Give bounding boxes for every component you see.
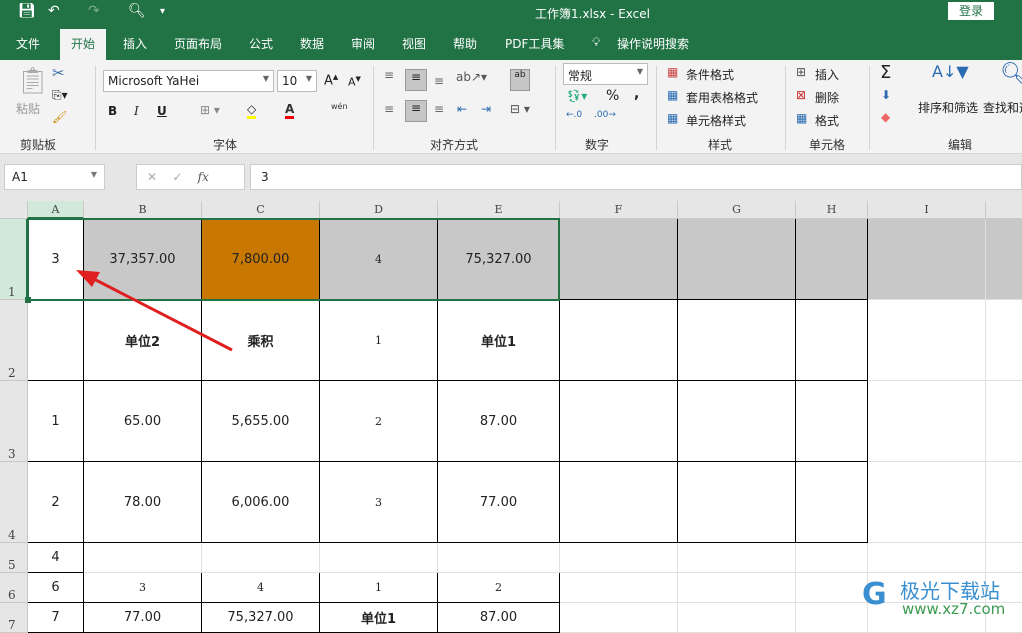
watermark-swirl-icon: G xyxy=(862,577,887,612)
annotation-arrow xyxy=(76,270,233,352)
watermark-logo: G 极光下载站 www.xz7.com xyxy=(862,573,1022,623)
watermark-url: www.xz7.com xyxy=(902,600,1006,618)
